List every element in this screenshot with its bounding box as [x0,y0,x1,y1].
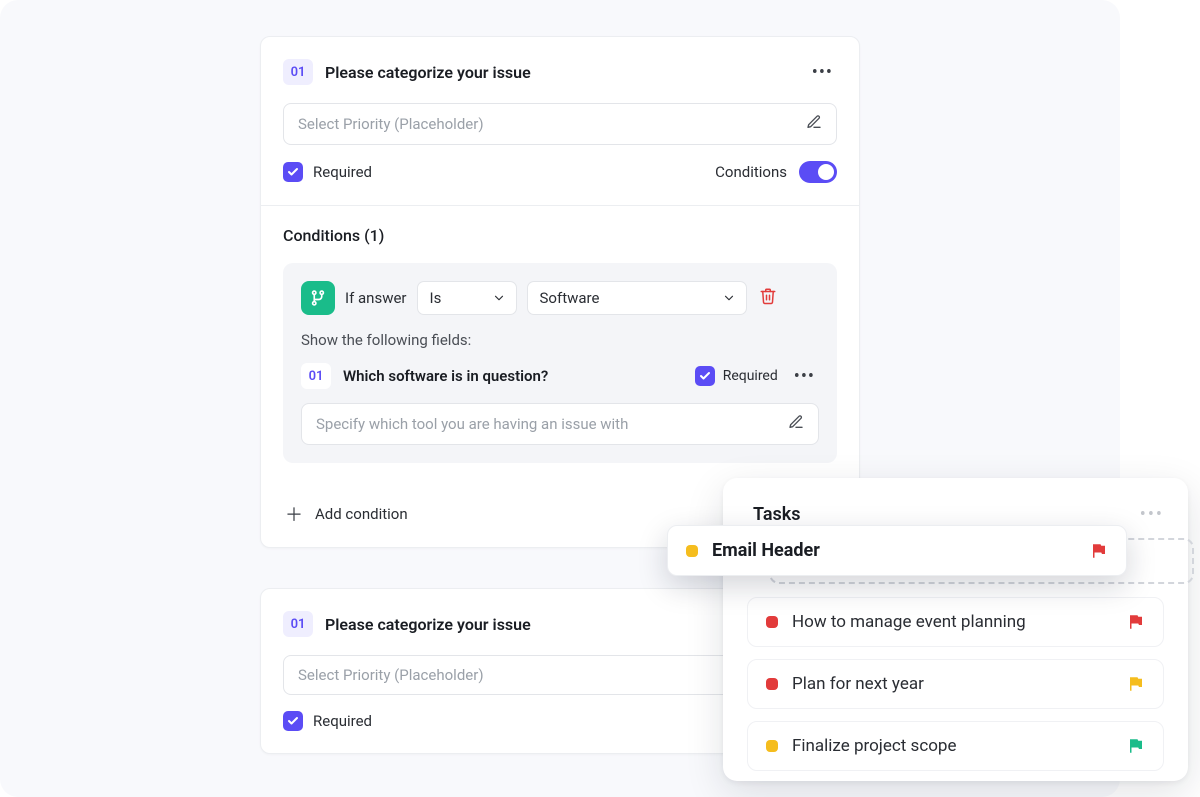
task-name: How to manage event planning [792,612,1113,632]
status-dot [766,616,778,628]
question-number-badge: 01 [283,59,313,85]
task-name: Email Header [712,540,1076,561]
required-label: Required [313,712,372,730]
chevron-down-icon [492,291,506,305]
task-name: Finalize project scope [792,736,1113,756]
conditions-section-title: Conditions (1) [283,226,837,245]
flag-icon [1127,675,1145,693]
branch-icon [301,281,335,315]
task-item[interactable]: How to manage event planning [747,597,1164,647]
plus-icon: ＋ [285,501,303,527]
edit-icon[interactable] [806,114,822,134]
flag-icon [1127,613,1145,631]
flag-icon [1090,542,1108,560]
question-card-1: 01 Please categorize your issue ••• Sele… [260,36,860,548]
conditions-label: Conditions [715,163,787,181]
show-fields-label: Show the following fields: [301,331,819,349]
task-item[interactable]: Plan for next year [747,659,1164,709]
priority-placeholder: Select Priority (Placeholder) [298,115,806,133]
rule-prefix: If answer [345,289,407,307]
edit-icon[interactable] [788,414,804,434]
priority-field[interactable]: Select Priority (Placeholder) [283,103,837,145]
subquestion-field[interactable]: Specify which tool you are having an iss… [301,403,819,445]
dragging-task-card[interactable]: Email Header [667,525,1127,576]
required-checkbox[interactable] [283,162,303,182]
subquestion-title: Which software is in question? [343,367,683,385]
subquestion-more-button[interactable]: ••• [790,366,819,387]
value-selected: Software [540,289,600,307]
flag-icon [1127,737,1145,755]
required-checkbox[interactable] [283,711,303,731]
conditions-toggle[interactable] [799,161,837,183]
required-label: Required [313,163,372,181]
subquestion-number-badge: 01 [301,363,331,389]
add-condition-label: Add condition [315,505,408,523]
status-dot [766,678,778,690]
operator-value: Is [430,289,442,307]
chevron-down-icon [722,291,736,305]
subquestion-placeholder: Specify which tool you are having an iss… [316,415,788,433]
task-item[interactable]: Finalize project scope [747,721,1164,771]
sub-required-label: Required [723,368,778,384]
task-name: Plan for next year [792,674,1113,694]
question-title: Please categorize your issue [325,63,796,82]
tasks-title: Tasks [753,504,801,525]
sub-required-checkbox[interactable] [695,366,715,386]
tasks-more-button[interactable]: ••• [1140,504,1164,525]
delete-condition-button[interactable] [759,287,777,309]
operator-select[interactable]: Is [417,281,517,315]
status-dot [686,545,698,557]
question-more-button[interactable]: ••• [808,62,837,83]
tasks-panel: Tasks ••• Email Header How to manage eve… [723,478,1188,781]
question-number-badge: 01 [283,611,313,637]
condition-box: If answer Is Software Show the following… [283,263,837,463]
status-dot [766,740,778,752]
value-select[interactable]: Software [527,281,747,315]
